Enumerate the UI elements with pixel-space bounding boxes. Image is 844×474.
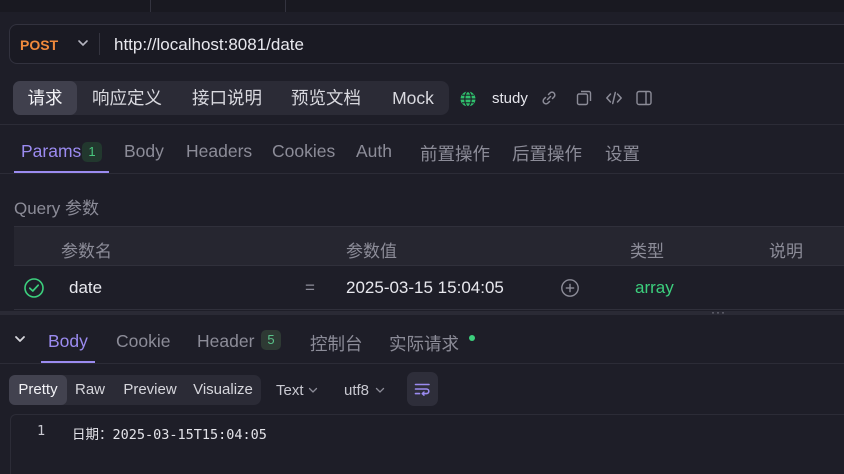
encoding-select[interactable]: utf8 — [344, 382, 369, 399]
column-header-type: 类型 — [630, 242, 664, 261]
url-bar: POST http://localhost:8081/date — [9, 24, 844, 64]
divider — [99, 33, 100, 55]
tab-settings[interactable]: 设置 — [605, 141, 640, 166]
request-mode-tabs: 请求 响应定义 接口说明 预览文档 Mock — [13, 81, 449, 115]
params-count-badge: 1 — [82, 142, 102, 162]
tab-params[interactable]: Params — [21, 141, 81, 162]
format-select[interactable]: Text — [276, 382, 304, 399]
line-number: 1 — [37, 423, 46, 439]
equals-sign: = — [305, 278, 315, 297]
window-tab-strip — [0, 0, 844, 12]
chevron-down-icon[interactable] — [12, 331, 28, 347]
tab-cookies[interactable]: Cookies — [272, 141, 335, 162]
url-input[interactable]: http://localhost:8081/date — [114, 35, 304, 55]
column-header-name: 参数名 — [61, 242, 112, 261]
tab-response-cookie[interactable]: Cookie — [116, 331, 170, 352]
plus-circle-icon[interactable] — [560, 278, 580, 298]
tab-response-definition[interactable]: 响应定义 — [85, 81, 169, 115]
tab-body[interactable]: Body — [124, 141, 164, 162]
response-text: 日期：2025-03-15T15:04:05 — [72, 427, 267, 443]
tab-auth[interactable]: Auth — [356, 141, 392, 162]
tab-preview-docs[interactable]: 预览文档 — [284, 81, 368, 115]
view-pretty[interactable]: Pretty — [9, 375, 67, 405]
copy-icon[interactable] — [575, 89, 593, 107]
tab-response-header[interactable]: Header — [197, 331, 254, 352]
tab-request[interactable]: 请求 — [13, 81, 77, 115]
divider — [0, 363, 844, 364]
chevron-down-icon[interactable] — [74, 34, 92, 52]
tab-console[interactable]: 控制台 — [310, 331, 363, 356]
column-header-value: 参数值 — [346, 242, 397, 261]
view-raw[interactable]: Raw — [70, 375, 110, 405]
status-dot — [469, 335, 475, 341]
tab-headers[interactable]: Headers — [186, 141, 252, 162]
param-value-input[interactable]: 2025-03-15 15:04:05 — [346, 278, 504, 298]
http-method-select[interactable]: POST — [20, 37, 58, 53]
divider — [0, 124, 844, 125]
wrap-lines-icon — [414, 383, 430, 396]
header-count-badge: 5 — [261, 330, 281, 350]
drag-handle-icon[interactable]: ··· — [711, 305, 726, 319]
tab-post-processors[interactable]: 后置操作 — [512, 141, 582, 166]
check-circle-icon[interactable] — [23, 277, 45, 299]
divider — [0, 173, 844, 174]
code-icon[interactable] — [605, 89, 623, 107]
environment-name[interactable]: study — [492, 90, 528, 107]
tab-api-description[interactable]: 接口说明 — [185, 81, 269, 115]
tab-divider — [285, 0, 286, 12]
chevron-down-icon[interactable] — [374, 384, 386, 396]
view-visualize[interactable]: Visualize — [189, 375, 257, 405]
tab-divider — [150, 0, 151, 12]
panel-icon[interactable] — [635, 89, 653, 107]
tab-mock[interactable]: Mock — [385, 81, 441, 115]
param-type-select[interactable]: array — [635, 278, 674, 298]
query-params-heading: Query 参数 — [14, 199, 100, 218]
response-body-editor[interactable]: 1 日期：2025-03-15T15:04:05 — [10, 414, 844, 474]
tab-pre-processors[interactable]: 前置操作 — [420, 141, 490, 166]
param-name-input[interactable]: date — [69, 278, 102, 298]
globe-icon[interactable] — [459, 90, 477, 108]
chevron-down-icon[interactable] — [307, 384, 319, 396]
tab-response-body[interactable]: Body — [48, 331, 88, 352]
table-row: date = 2025-03-15 15:04:05 array — [14, 266, 844, 310]
view-preview[interactable]: Preview — [117, 375, 183, 405]
params-table-header: 参数名 参数值 类型 说明 — [14, 226, 844, 266]
view-mode-tabs: Pretty Raw Preview Visualize — [9, 375, 261, 405]
tab-actual-request[interactable]: 实际请求 — [389, 331, 459, 356]
column-header-description: 说明 — [769, 242, 803, 261]
word-wrap-button[interactable] — [407, 372, 438, 406]
link-icon[interactable] — [540, 89, 558, 107]
